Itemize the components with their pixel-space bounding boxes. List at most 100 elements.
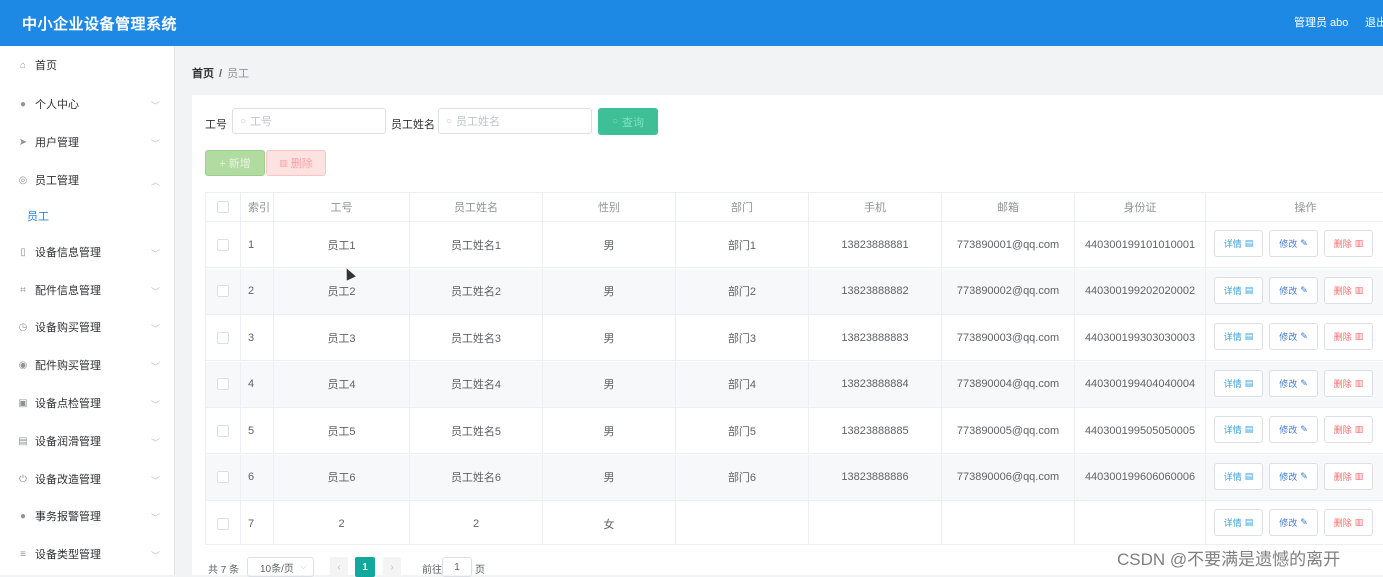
sidebar-item[interactable]: ≡ 设备类型管理 ﹀	[0, 535, 174, 573]
checkbox[interactable]	[217, 424, 229, 437]
chevron-down-icon: ﹀	[150, 249, 160, 259]
checkbox[interactable]	[217, 471, 229, 483]
detail-button[interactable]: 详情 ▤	[1214, 276, 1263, 304]
edit-button[interactable]: 修改 ✎	[1269, 509, 1318, 536]
detail-button[interactable]: 详情 ▤	[1214, 323, 1263, 350]
checkbox[interactable]	[217, 285, 229, 297]
edit-icon: ✎	[1300, 284, 1308, 295]
checkbox[interactable]	[217, 378, 229, 390]
edit-button[interactable]: 修改 ✎	[1269, 416, 1318, 443]
row-checkbox-cell[interactable]	[206, 222, 241, 267]
prev-page-button[interactable]: ‹	[330, 557, 348, 577]
table-cell: 员工姓名2	[410, 268, 543, 314]
checkbox[interactable]	[217, 517, 229, 530]
header-cell: 操作	[1206, 193, 1383, 221]
checkbox[interactable]	[217, 238, 229, 251]
sidebar-item[interactable]: ◉ 配件购买管理 ﹀	[0, 346, 174, 384]
row-delete-button[interactable]: 删除 ▥	[1324, 230, 1373, 257]
row-checkbox-cell[interactable]	[206, 408, 241, 453]
sidebar-item-label: 设备类型管理	[35, 549, 101, 561]
employee-id-input[interactable]: ○ 工号	[232, 108, 386, 134]
table-cell: 2	[274, 501, 410, 544]
sidebar-item[interactable]: ◷ 设备购买管理 ﹀	[0, 308, 174, 346]
table-cell: 773890003@qq.com	[942, 315, 1075, 360]
row-delete-button[interactable]: 删除 ▥	[1324, 369, 1373, 397]
checkbox[interactable]	[217, 331, 229, 344]
edit-button[interactable]: 修改 ✎	[1269, 462, 1318, 490]
edit-button-label: 修改	[1279, 425, 1298, 435]
detail-button-label: 详情	[1223, 518, 1242, 528]
sidebar-item[interactable]: ● 个人中心 ﹀	[0, 85, 174, 123]
sidebar-item[interactable]: ⌗ 配件信息管理 ﹀	[0, 271, 174, 309]
row-checkbox-cell[interactable]	[206, 361, 241, 407]
detail-button[interactable]: 详情 ▤	[1214, 509, 1263, 536]
row-checkbox-cell[interactable]	[206, 268, 241, 314]
sidebar-item-label: 设备信息管理	[35, 247, 101, 259]
row-checkbox-cell[interactable]	[206, 501, 241, 544]
sidebar: ⌂ 首页 ● 个人中心 ﹀ ➤ 用户管理 ﹀ ◎ 员工管理 ︿ 员工 ▯ 设备信息管理 ﹀ ⌗ 配件信息管理 ﹀ ◷…	[0, 46, 175, 575]
table-cell: 13823888885	[809, 408, 942, 453]
detail-button[interactable]: 详情 ▤	[1214, 462, 1263, 490]
edit-button[interactable]: 修改 ✎	[1269, 276, 1318, 304]
sidebar-item[interactable]: ⏻ 设备改造管理 ﹀	[0, 460, 174, 498]
pagination: 共 7 条 10条/页 ⌵ ‹ 1 › 前往 1 页	[208, 557, 608, 577]
sidebar-item[interactable]: 员工	[0, 197, 174, 235]
goto-page-input[interactable]: 1	[442, 557, 472, 577]
header-cell: 性别	[543, 193, 676, 221]
table-cell: 6	[241, 454, 274, 500]
table-cell: 440300199505050005	[1075, 408, 1206, 453]
row-checkbox-cell[interactable]	[206, 315, 241, 360]
breadcrumb-home[interactable]: 首页	[192, 68, 214, 80]
edit-button[interactable]: 修改 ✎	[1269, 230, 1318, 257]
edit-button[interactable]: 修改 ✎	[1269, 323, 1318, 350]
row-delete-button[interactable]: 删除 ▥	[1324, 509, 1373, 536]
sidebar-item[interactable]: ◎ 员工管理 ︿	[0, 161, 174, 199]
employee-id-label: 工号	[205, 119, 227, 131]
sidebar-item-label: 首页	[35, 60, 57, 72]
delete-button[interactable]: ▥ 删除	[266, 150, 326, 176]
app-title: 中小企业设备管理系统	[22, 16, 178, 33]
row-checkbox-cell[interactable]	[206, 454, 241, 500]
sidebar-item[interactable]: ➤ 用户管理 ﹀	[0, 123, 174, 161]
target-icon: ◉	[18, 359, 28, 371]
mic-icon: ▯	[20, 246, 26, 258]
table-cell: 部门1	[676, 222, 809, 267]
trash-icon: ▥	[1354, 470, 1364, 481]
table-cell: 440300199303030003	[1075, 315, 1206, 360]
detail-button[interactable]: 详情 ▤	[1214, 230, 1263, 257]
header-select-all[interactable]	[206, 193, 241, 221]
row-delete-button[interactable]: 删除 ▥	[1324, 416, 1373, 443]
employee-name-input[interactable]: ○ 员工姓名	[438, 108, 592, 134]
query-button[interactable]: ○ 查询	[598, 108, 658, 135]
sidebar-item[interactable]: ● 事务报警管理 ﹀	[0, 497, 174, 535]
detail-button[interactable]: 详情 ▤	[1214, 416, 1263, 443]
sidebar-item-label: 个人中心	[35, 99, 79, 111]
sidebar-item[interactable]: ⌂ 首页	[0, 46, 174, 84]
chevron-up-icon: ︿	[150, 177, 160, 187]
document-icon: ▤	[1244, 517, 1254, 527]
add-button[interactable]: + 新增	[205, 150, 265, 176]
delete-button-label: 删除	[1333, 332, 1352, 342]
sidebar-item[interactable]: ▯ 设备信息管理 ﹀	[0, 233, 174, 271]
checkbox[interactable]	[217, 201, 229, 213]
table-row: 3 员工3 员工姓名3 男部门3 13823888883 773890003@qq.com…	[206, 315, 1383, 361]
chevron-down-icon: ﹀	[150, 438, 160, 448]
sidebar-item[interactable]: ▤ 设备润滑管理 ﹀	[0, 422, 174, 460]
table-cell: 男	[543, 222, 676, 267]
page-number-current[interactable]: 1	[355, 557, 375, 577]
edit-button[interactable]: 修改 ✎	[1269, 369, 1318, 397]
chevron-down-icon: ﹀	[150, 400, 160, 410]
home-icon: ⌂	[19, 59, 27, 71]
detail-button[interactable]: 详情 ▤	[1214, 369, 1263, 397]
sidebar-item[interactable]: ▣ 设备点检管理 ﹀	[0, 384, 174, 422]
logout-link[interactable]: 退出	[1365, 14, 1383, 30]
row-delete-button[interactable]: 删除 ▥	[1324, 462, 1373, 490]
row-delete-button[interactable]: 删除 ▥	[1324, 276, 1373, 304]
chevron-down-icon: ﹀	[150, 287, 160, 297]
row-delete-button[interactable]: 删除 ▥	[1324, 323, 1373, 350]
table-cell: 440300199101010001	[1075, 222, 1206, 267]
next-page-button[interactable]: ›	[383, 557, 401, 577]
edit-button-label: 修改	[1279, 378, 1298, 389]
table-cell: 5	[241, 408, 274, 453]
page-size-select[interactable]: 10条/页 ⌵	[247, 557, 314, 577]
